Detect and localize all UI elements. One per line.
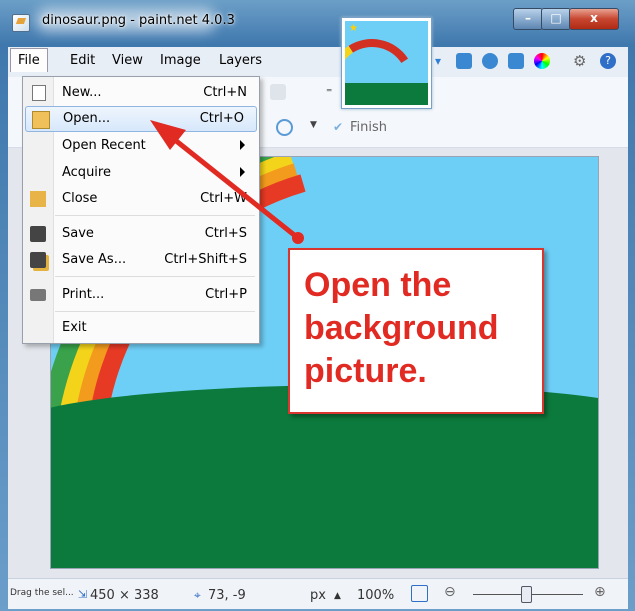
colors-icon[interactable] bbox=[534, 53, 550, 69]
title-bar[interactable]: dinosaur.png - paint.net 4.0.3 – □ x bbox=[0, 0, 635, 44]
paste-icon[interactable] bbox=[270, 84, 286, 100]
file-menu-dropdown: New... Ctrl+N Open... Ctrl+O Open Recent… bbox=[22, 76, 260, 344]
units-dropdown-icon[interactable]: ▲ bbox=[334, 591, 341, 601]
menu-item-exit[interactable]: Exit bbox=[23, 316, 259, 340]
menu-separator bbox=[55, 215, 255, 216]
close-file-icon bbox=[30, 191, 46, 207]
menu-item-new[interactable]: New... Ctrl+N bbox=[23, 81, 259, 105]
printer-icon bbox=[30, 289, 46, 301]
image-size-icon: ⇲ bbox=[78, 588, 88, 601]
zoom-slider-thumb[interactable] bbox=[521, 586, 532, 603]
menu-separator bbox=[55, 311, 255, 312]
dropdown-chevron-icon[interactable]: ▾ bbox=[435, 54, 451, 70]
zoom-level[interactable]: 100% bbox=[357, 588, 394, 603]
menu-view[interactable]: View bbox=[112, 53, 143, 68]
finish-button[interactable]: Finish bbox=[350, 120, 387, 135]
menu-separator bbox=[55, 276, 255, 277]
layers-icon[interactable] bbox=[508, 53, 524, 69]
zoom-fit-icon[interactable] bbox=[411, 585, 428, 602]
menu-bar: File Edit View Image Layers ▾ ⚙ ? bbox=[8, 47, 628, 78]
units-selector[interactable]: px bbox=[310, 588, 326, 603]
menu-file[interactable]: File bbox=[10, 48, 48, 72]
open-folder-icon bbox=[32, 111, 50, 129]
save-disk-icon bbox=[30, 226, 46, 242]
app-window: dinosaur.png - paint.net 4.0.3 – □ x Fil… bbox=[0, 0, 635, 611]
checkmark-icon: ✔ bbox=[333, 120, 344, 134]
cursor-position: 73, -9 bbox=[208, 588, 246, 603]
image-size: 450 × 338 bbox=[90, 588, 159, 603]
menu-edit[interactable]: Edit bbox=[70, 53, 95, 68]
save-as-disk-icon bbox=[30, 252, 46, 268]
menu-item-open[interactable]: Open... Ctrl+O bbox=[25, 106, 257, 132]
menu-layers[interactable]: Layers bbox=[219, 53, 262, 68]
help-icon[interactable]: ? bbox=[600, 53, 616, 69]
submenu-arrow-icon bbox=[240, 167, 245, 177]
history-icon[interactable] bbox=[482, 53, 498, 69]
menu-item-save-as[interactable]: Save As... Ctrl+Shift+S bbox=[23, 248, 259, 272]
thumbnail-grass bbox=[345, 83, 428, 105]
window-title: dinosaur.png - paint.net 4.0.3 bbox=[42, 13, 235, 28]
menu-item-close[interactable]: Close Ctrl+W bbox=[23, 187, 259, 211]
maximize-button[interactable]: □ bbox=[541, 8, 571, 30]
tools-icon[interactable] bbox=[456, 53, 472, 69]
new-file-icon bbox=[32, 85, 46, 101]
submenu-arrow-icon bbox=[240, 140, 245, 150]
paintnet-app-icon[interactable] bbox=[12, 14, 30, 32]
minimize-button[interactable]: – bbox=[513, 8, 543, 30]
menu-image[interactable]: Image bbox=[160, 53, 201, 68]
chevron-down-icon[interactable]: ▼ bbox=[310, 120, 317, 130]
cursor-position-icon: ⌖ bbox=[194, 588, 201, 602]
status-hint: Drag the sel... bbox=[10, 588, 74, 598]
status-bar: Drag the sel... ⇲ 450 × 338 ⌖ 73, -9 px … bbox=[8, 578, 628, 609]
star-icon: ★ bbox=[349, 23, 358, 34]
close-window-button[interactable]: x bbox=[569, 8, 619, 30]
zoom-out-icon[interactable]: ⊖ bbox=[444, 584, 456, 600]
menu-item-acquire[interactable]: Acquire bbox=[23, 161, 259, 185]
menu-item-print[interactable]: Print... Ctrl+P bbox=[23, 283, 259, 307]
image-tab-thumbnail[interactable]: ★ bbox=[341, 17, 432, 109]
gear-icon[interactable]: ⚙ bbox=[573, 53, 589, 69]
annotation-callout: Open the background picture. bbox=[288, 248, 544, 414]
shape-select-icon[interactable] bbox=[276, 119, 293, 136]
toolbar-overflow-icon[interactable]: ⁼ bbox=[326, 85, 332, 99]
callout-text: Open the background picture. bbox=[304, 266, 499, 390]
canvas-grass bbox=[51, 412, 598, 568]
menu-item-save[interactable]: Save Ctrl+S bbox=[23, 222, 259, 246]
menu-item-open-recent[interactable]: Open Recent bbox=[23, 134, 259, 158]
zoom-in-icon[interactable]: ⊕ bbox=[594, 584, 606, 600]
